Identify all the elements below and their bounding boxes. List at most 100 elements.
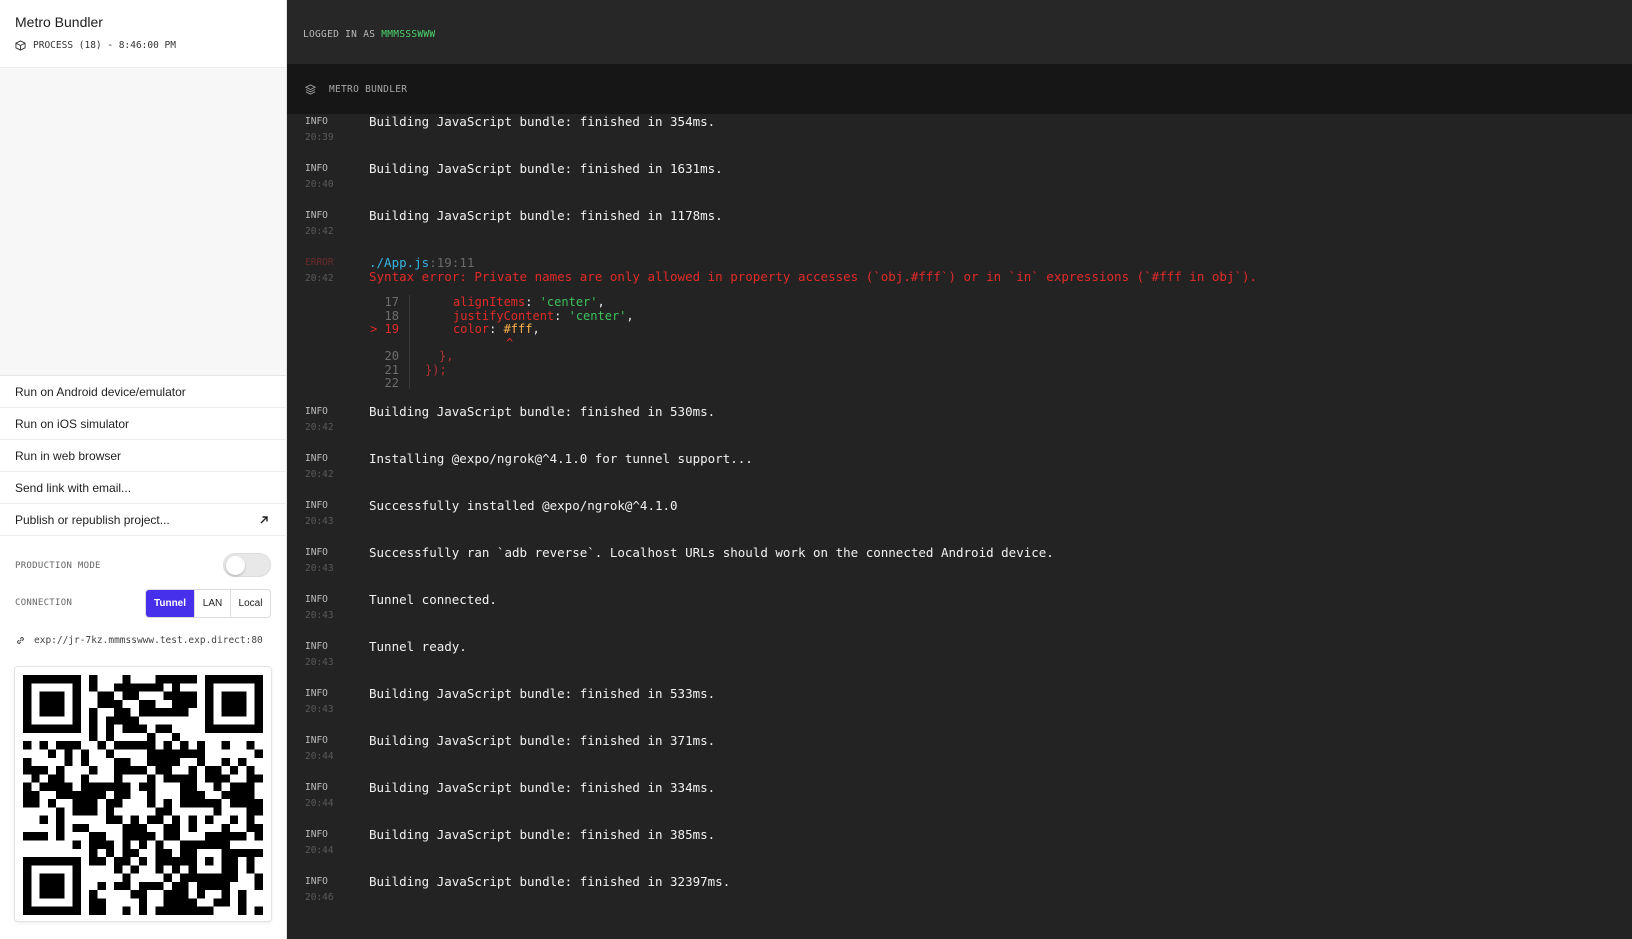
error-file-link[interactable]: ./App.js:19:11	[369, 255, 474, 270]
qr-module	[138, 766, 148, 775]
qr-module	[105, 782, 115, 791]
qr-module	[89, 832, 98, 841]
action-label: Run on Android device/emulator	[15, 384, 186, 399]
qr-module	[147, 699, 156, 709]
log-message: Building JavaScript bundle: finished in …	[369, 404, 716, 419]
qr-module	[122, 790, 131, 800]
qr-module	[130, 766, 139, 775]
code-colon: :	[489, 322, 504, 336]
qr-module	[246, 807, 255, 816]
qr-module	[105, 840, 115, 849]
qr-module	[80, 782, 90, 791]
qr-module	[163, 691, 172, 700]
qr-module	[130, 823, 139, 833]
qr-module	[97, 691, 106, 700]
qr-module	[105, 691, 115, 700]
log-message: Building JavaScript bundle: finished in …	[369, 114, 716, 129]
qr-module	[114, 881, 123, 891]
log-panel-title: METRO BUNDLER	[329, 83, 408, 95]
qr-module	[171, 732, 181, 742]
qr-module	[238, 790, 247, 800]
project-url-row[interactable]: exp://jr-7kz.mmmsswww.test.exp.direct:80	[15, 635, 273, 646]
qr-module	[89, 807, 98, 816]
log-level: INFO	[305, 876, 328, 887]
qr-module	[23, 790, 32, 800]
qr-module	[97, 840, 106, 849]
qr-module	[238, 832, 247, 841]
code-line: 21});	[369, 362, 447, 377]
qr-module	[89, 840, 98, 849]
qr-module	[213, 898, 222, 907]
qr-module	[180, 774, 189, 783]
qr-module	[89, 724, 98, 733]
qr-module	[130, 865, 139, 874]
code-line-number: 21	[384, 362, 399, 377]
qr-module	[122, 683, 131, 692]
qr-module	[171, 890, 181, 899]
qr-module	[188, 898, 197, 907]
run-ios-button[interactable]: Run on iOS simulator	[0, 408, 286, 440]
qr-module	[138, 857, 148, 866]
log-level: INFO	[305, 547, 328, 558]
qr-module	[39, 873, 65, 899]
qr-module	[72, 741, 81, 750]
qr-module	[147, 757, 156, 767]
qr-module	[171, 865, 181, 874]
project-url[interactable]: exp://jr-7kz.mmmsswww.test.exp.direct:80	[34, 635, 263, 646]
qr-module	[105, 799, 115, 808]
qr-module	[31, 832, 40, 841]
qr-module	[155, 848, 164, 858]
code-frame-divider	[409, 295, 410, 389]
connection-local-button[interactable]: Local	[230, 590, 270, 617]
code-plain: },	[439, 349, 454, 363]
qr-module	[155, 724, 164, 733]
qr-module	[97, 832, 106, 841]
qr-module	[205, 799, 214, 808]
run-web-button[interactable]: Run in web browser	[0, 440, 286, 472]
qr-module	[213, 807, 222, 816]
action-label: Send link with email...	[15, 480, 132, 495]
qr-module	[171, 675, 181, 684]
log-output[interactable]: INFO 20:39 Building JavaScript bundle: fin…	[287, 114, 1632, 939]
qr-module	[138, 699, 148, 709]
project-header: Metro Bundler PROCESS (18) - 8:46:00 PM	[0, 0, 286, 68]
production-mode-toggle[interactable]	[223, 553, 271, 577]
qr-module	[238, 782, 247, 791]
qr-module	[130, 890, 139, 899]
log-time: 20:43	[305, 563, 334, 574]
qr-module	[180, 749, 189, 758]
qr-module	[238, 890, 247, 899]
qr-module	[89, 799, 98, 808]
qr-module	[155, 708, 164, 717]
qr-module	[254, 774, 263, 783]
qr-module	[39, 832, 48, 841]
connection-lan-button[interactable]: LAN	[194, 590, 230, 617]
qr-module	[221, 790, 230, 800]
qr-module	[80, 774, 90, 783]
qr-module	[163, 857, 172, 866]
send-link-button[interactable]: Send link with email...	[0, 472, 286, 504]
log-message: Successfully ran `adb reverse`. Localhos…	[369, 545, 1054, 560]
qr-module	[56, 807, 65, 816]
qr-module	[188, 699, 197, 709]
qr-module	[171, 898, 181, 907]
qr-module	[163, 873, 172, 882]
qr-module	[114, 857, 123, 866]
qr-module	[114, 708, 123, 717]
log-level: INFO	[305, 782, 328, 793]
qr-module	[114, 699, 123, 709]
connection-tunnel-button[interactable]: Tunnel	[146, 590, 194, 617]
qr-module	[56, 815, 65, 824]
qr-module	[254, 799, 263, 808]
qr-module	[246, 782, 255, 791]
code-comma: ,	[597, 295, 605, 309]
qr-module	[246, 799, 255, 808]
run-android-button[interactable]: Run on Android device/emulator	[0, 376, 286, 408]
qr-module	[155, 857, 164, 866]
qr-module	[171, 774, 181, 783]
log-time: 20:42	[305, 273, 334, 284]
log-panel-header[interactable]: METRO BUNDLER	[287, 64, 1632, 114]
qr-module	[64, 757, 73, 767]
qr-module	[155, 749, 164, 758]
publish-button[interactable]: Publish or republish project...	[0, 504, 286, 536]
